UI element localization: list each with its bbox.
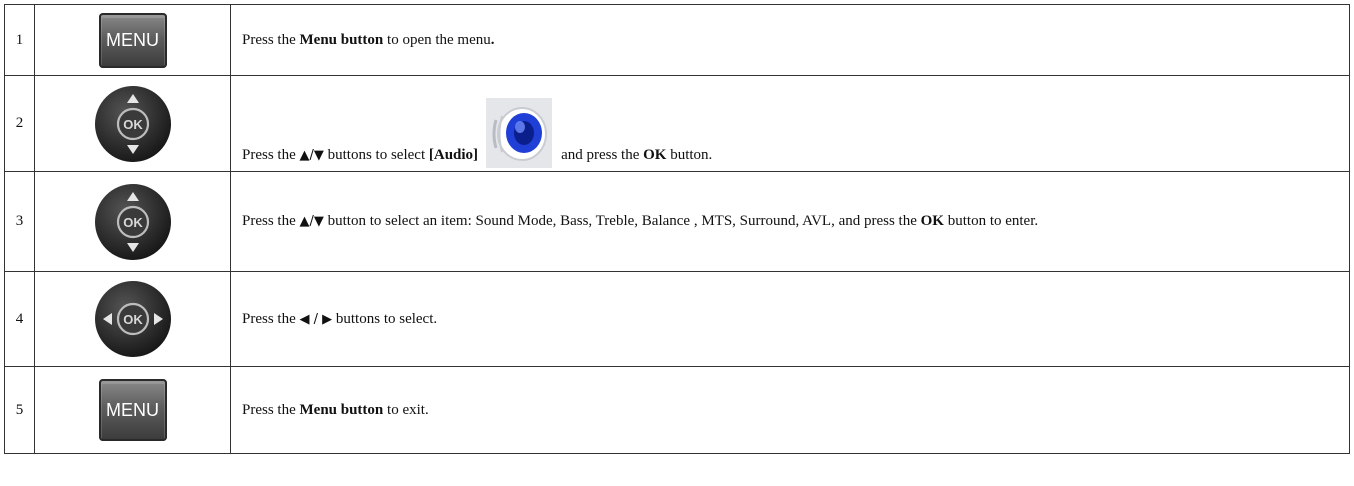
step-text: Press the Menu button to exit. [230, 366, 1350, 454]
step-row-1: 1 MENU Press the Menu button to open the… [4, 4, 1350, 76]
step-text: Press the ▲/▼ buttons to select [Audio] … [230, 75, 1350, 172]
step-row-3: 3 OK Press the ▲/▼ button to select an i… [4, 171, 1350, 272]
dpad-left-right-icon: OK [94, 281, 171, 357]
step-number: 2 [4, 75, 35, 172]
icon-cell: OK [34, 75, 231, 172]
ok-label: OK [123, 117, 143, 132]
left-right-arrows: ◀ / ▶ [299, 311, 333, 327]
icon-cell: OK [34, 271, 231, 367]
icon-cell: MENU [34, 4, 231, 76]
step-text: Press the Menu button to open the menu. [230, 4, 1350, 76]
ok-label: OK [123, 215, 143, 230]
step-row-2: 2 OK Press the ▲/▼ buttons to select [Au… [4, 75, 1350, 172]
step-row-4: 4 OK Press the ◀ / ▶ buttons to select. [4, 271, 1350, 367]
step-number: 5 [4, 366, 35, 454]
up-down-arrows: ▲/▼ [299, 214, 324, 229]
icon-cell: MENU [34, 366, 231, 454]
up-down-arrows: ▲/▼ [299, 148, 324, 163]
audio-speaker-icon [486, 98, 553, 168]
step-number: 1 [4, 4, 35, 76]
menu-button-icon: MENU [98, 379, 167, 441]
instruction-table: 1 MENU Press the Menu button to open the… [4, 4, 1350, 454]
step-row-5: 5 MENU Press the Menu button to exit. [4, 366, 1350, 454]
step-text: Press the ▲/▼ button to select an item: … [230, 171, 1350, 272]
step-number: 3 [4, 171, 35, 272]
step-number: 4 [4, 271, 35, 367]
dpad-up-down-icon: OK [94, 183, 171, 260]
icon-cell: OK [34, 171, 231, 272]
ok-label: OK [123, 312, 143, 327]
dpad-up-down-icon: OK [94, 85, 171, 162]
menu-button-icon: MENU [98, 12, 167, 68]
step-text: Press the ◀ / ▶ buttons to select. [230, 271, 1350, 367]
